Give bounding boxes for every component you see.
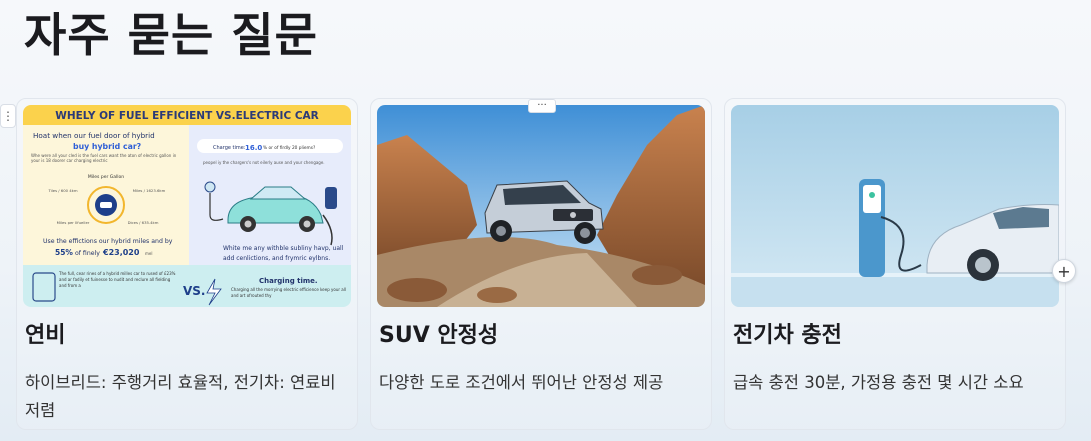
infographic-stat-mid: of finely [75, 250, 100, 257]
infographic-mpg-left: Tiles / 600 4km [47, 188, 77, 193]
drag-handle[interactable]: ⋮ [0, 104, 16, 128]
infographic-left-intro: Whe were all your cled is the fuel cars … [31, 153, 177, 163]
infographic-charge-value: 16.0 [245, 144, 262, 152]
suv-offroad-image [377, 105, 705, 307]
faq-card-fuel[interactable]: WHELY OF FUEL EFFICIENT VS.ELECTRIC CAR … [16, 98, 358, 430]
infographic-vs: VS. [183, 284, 206, 298]
infographic-right-caption-2: add cenlictions, and frymric eylbns. [223, 255, 330, 262]
card-title: 연비 [25, 323, 66, 348]
add-column-button[interactable]: + [1052, 259, 1076, 283]
infographic-right-caption-1: White me any withble subliny havp, uall [223, 245, 344, 252]
more-options-handle[interactable]: ··· [528, 99, 556, 113]
card-description: 다양한 도로 조건에서 뛰어난 안정성 제공 [379, 373, 664, 392]
faq-card-ev-charging[interactable]: 전기차 충전 급속 충전 30분, 가정용 충전 몇 시간 소요 [724, 98, 1066, 430]
page-title: 자주 묻는 질문 [24, 8, 318, 62]
card-description: 하이브리드: 주행거리 효율적, 전기차: 연료비 저렴 [25, 373, 336, 420]
infographic-right-sub: peopel iy the chargers's not eilerly aus… [203, 160, 325, 165]
card-title: 전기차 충전 [733, 323, 842, 348]
infographic-stat-unit: mel [145, 251, 152, 256]
infographic-mpg-bottom-left: Miles per Ilfueller [57, 220, 90, 225]
infographic-stat-line: Use the effictions our hybrid miles and … [43, 238, 173, 245]
faq-card-grid: WHELY OF FUEL EFFICIENT VS.ELECTRIC CAR … [16, 98, 1066, 430]
infographic-mpg-bottom-right: Dices / 635.4km [128, 220, 159, 225]
infographic-charge-suffix: % or of firdly 20 pliems? [263, 145, 315, 151]
infographic-charge-prefix: Charge time: [213, 145, 246, 151]
card-description: 급속 충전 30분, 가정용 충전 몇 시간 소요 [733, 373, 1024, 392]
infographic-banner: WHELY OF FUEL EFFICIENT VS.ELECTRIC CAR [55, 110, 319, 122]
ev-charging-image [731, 105, 1059, 307]
infographic-mpg-right: Miles / 1623.6km [133, 188, 166, 193]
infographic-left-accent: buy hybrid car? [73, 142, 142, 151]
infographic-stat-value: €23,020 [102, 248, 140, 257]
fuel-infographic-image: WHELY OF FUEL EFFICIENT VS.ELECTRIC CAR … [23, 105, 351, 307]
faq-card-suv[interactable]: SUV 안정성 다양한 도로 조건에서 뛰어난 안정성 제공 [370, 98, 712, 430]
infographic-bottom-left: The full, cear rines of a hybrid milles … [59, 271, 176, 288]
card-title: SUV 안정성 [379, 323, 499, 348]
infographic-bottom-right: Charging all the morrying electric effic… [231, 287, 346, 298]
infographic-left-heading: Hoat when our fuel door of hybrid [33, 131, 155, 140]
infographic-bottom-heading: Charging time. [259, 277, 318, 285]
infographic-mpg-label: Miles per Gallon [88, 174, 124, 180]
infographic-stat-pct: 55% [55, 248, 73, 257]
